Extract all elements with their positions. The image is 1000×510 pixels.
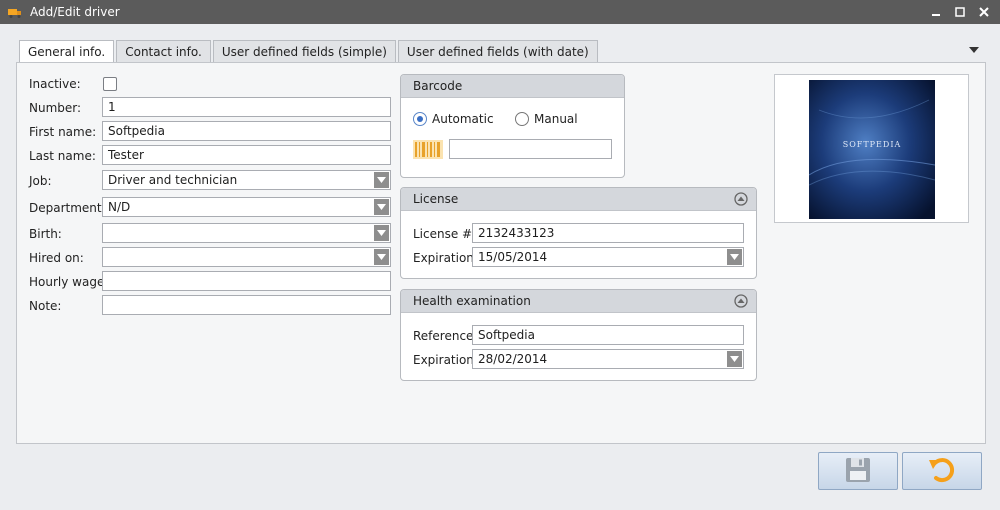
inactive-checkbox[interactable] bbox=[103, 77, 117, 91]
job-label: Job: bbox=[29, 174, 52, 188]
driver-photo-frame[interactable]: SOFTPEDIA bbox=[774, 74, 969, 223]
health-expiration-value: 28/02/2014 bbox=[478, 352, 548, 366]
license-title: License bbox=[413, 192, 459, 206]
barcode-group-header: Barcode bbox=[401, 75, 624, 98]
tab-user-fields-simple[interactable]: User defined fields (simple) bbox=[212, 40, 396, 62]
inactive-label: Inactive: bbox=[29, 77, 81, 91]
hired-on-date-picker[interactable] bbox=[102, 247, 391, 267]
collapse-up-icon[interactable] bbox=[734, 294, 748, 308]
license-number-value: 2132433123 bbox=[478, 226, 555, 240]
health-reference-input[interactable]: Softpedia bbox=[472, 325, 744, 345]
license-expiration-picker[interactable]: 15/05/2014 bbox=[472, 247, 744, 267]
health-reference-value: Softpedia bbox=[478, 328, 535, 342]
maximize-icon[interactable] bbox=[950, 3, 970, 21]
hired-on-label: Hired on: bbox=[29, 251, 84, 265]
close-icon[interactable] bbox=[974, 3, 994, 21]
number-value: 1 bbox=[108, 100, 116, 114]
license-number-label: License #: bbox=[413, 227, 477, 241]
manual-label: Manual bbox=[534, 112, 578, 126]
number-input[interactable]: 1 bbox=[102, 97, 391, 117]
license-number-input[interactable]: 2132433123 bbox=[472, 223, 744, 243]
last-name-label: Last name: bbox=[29, 149, 96, 163]
minimize-icon[interactable] bbox=[926, 3, 946, 21]
department-select[interactable]: N/D bbox=[102, 197, 391, 217]
license-group-header: License bbox=[401, 188, 756, 211]
last-name-value: Tester bbox=[108, 148, 144, 162]
birth-date-picker[interactable] bbox=[102, 223, 391, 243]
health-exam-title: Health examination bbox=[413, 294, 531, 308]
truck-icon bbox=[8, 7, 22, 18]
tab-label: User defined fields (simple) bbox=[221, 44, 387, 59]
tab-dropdown-icon[interactable] bbox=[968, 44, 980, 54]
tab-user-fields-date[interactable]: User defined fields (with date) bbox=[397, 40, 598, 62]
number-label: Number: bbox=[29, 101, 82, 115]
note-input[interactable] bbox=[102, 295, 391, 315]
health-exam-group-header: Health examination bbox=[401, 290, 756, 313]
undo-button[interactable] bbox=[902, 452, 982, 490]
chevron-down-icon[interactable] bbox=[374, 199, 389, 215]
barcode-icon bbox=[413, 140, 443, 159]
health-reference-label: Reference: bbox=[413, 329, 478, 343]
barcode-group: Barcode bbox=[400, 74, 625, 178]
photo-logo-text: SOFTPEDIA bbox=[842, 140, 902, 149]
window-controls bbox=[926, 0, 994, 24]
license-expiration-label: Expiration: bbox=[413, 251, 478, 265]
note-label: Note: bbox=[29, 299, 62, 313]
department-value: N/D bbox=[108, 200, 131, 214]
last-name-input[interactable]: Tester bbox=[102, 145, 391, 165]
barcode-input[interactable] bbox=[449, 139, 612, 159]
health-expiration-picker[interactable]: 28/02/2014 bbox=[472, 349, 744, 369]
floppy-disk-icon bbox=[844, 456, 872, 487]
title-bar: Add/Edit driver bbox=[0, 0, 1000, 24]
hourly-wage-input[interactable] bbox=[102, 271, 391, 291]
undo-arrow-icon bbox=[927, 456, 957, 487]
tab-general-info[interactable]: General info. bbox=[19, 40, 115, 63]
first-name-value: Softpedia bbox=[108, 124, 165, 138]
tab-strip: General info. Contact info. User defined… bbox=[19, 40, 598, 63]
chevron-down-icon[interactable] bbox=[727, 249, 742, 265]
barcode-title: Barcode bbox=[413, 79, 463, 93]
first-name-label: First name: bbox=[29, 125, 97, 139]
chevron-down-icon[interactable] bbox=[727, 351, 742, 367]
automatic-label: Automatic bbox=[432, 112, 494, 126]
chevron-down-icon[interactable] bbox=[374, 225, 389, 241]
tab-contact-info[interactable]: Contact info. bbox=[116, 40, 211, 62]
collapse-up-icon[interactable] bbox=[734, 192, 748, 206]
tab-label: General info. bbox=[28, 45, 106, 59]
license-expiration-value: 15/05/2014 bbox=[478, 250, 548, 264]
health-expiration-label: Expiration: bbox=[413, 353, 478, 367]
job-value: Driver and technician bbox=[108, 173, 238, 187]
chevron-down-icon[interactable] bbox=[374, 172, 389, 188]
window-title: Add/Edit driver bbox=[30, 5, 120, 19]
chevron-down-icon[interactable] bbox=[374, 249, 389, 265]
first-name-input[interactable]: Softpedia bbox=[102, 121, 391, 141]
birth-label: Birth: bbox=[29, 227, 62, 241]
automatic-radio[interactable] bbox=[413, 112, 427, 126]
save-button[interactable] bbox=[818, 452, 898, 490]
manual-radio[interactable] bbox=[515, 112, 529, 126]
job-select[interactable]: Driver and technician bbox=[102, 170, 391, 190]
tab-label: User defined fields (with date) bbox=[406, 44, 589, 59]
driver-photo: SOFTPEDIA bbox=[808, 80, 936, 219]
hourly-wage-label: Hourly wage: bbox=[29, 275, 109, 289]
tab-label: Contact info. bbox=[125, 44, 202, 59]
department-label: Department: bbox=[29, 201, 106, 215]
